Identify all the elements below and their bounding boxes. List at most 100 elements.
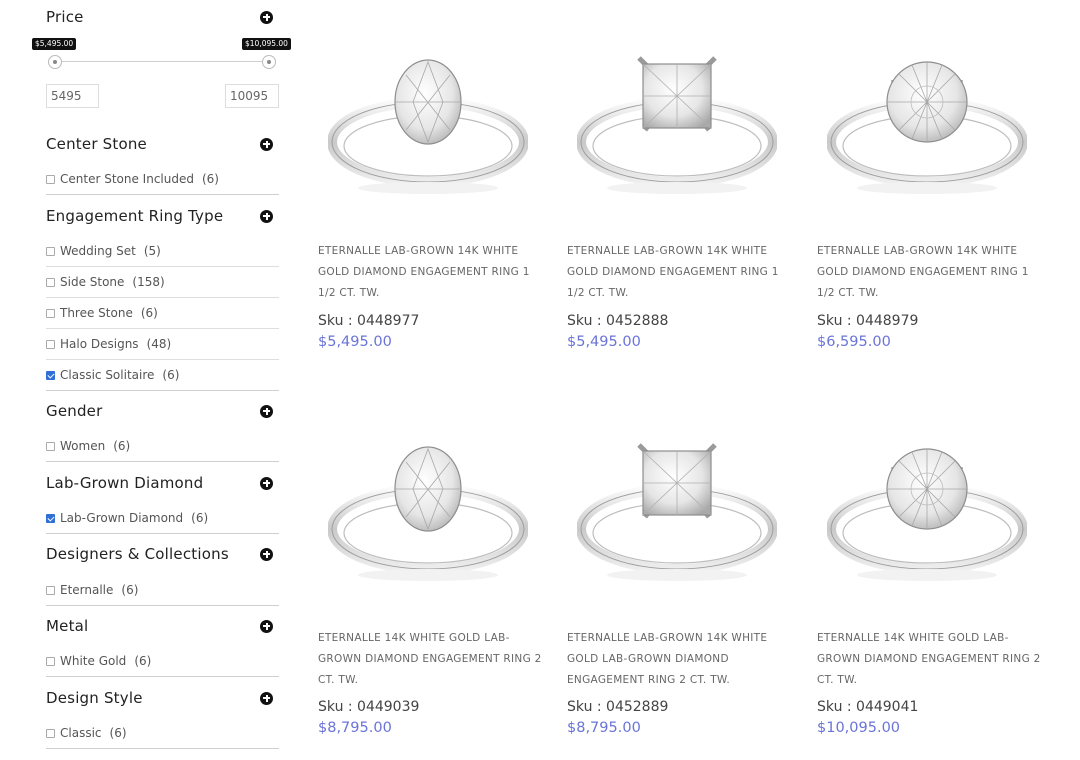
product-sku: Sku : 0452888 (567, 313, 669, 329)
option-count: (6) (113, 439, 131, 453)
filter-option-center-stone-included[interactable]: Center Stone Included (6) (46, 164, 279, 195)
expand-plus-icon[interactable] (260, 547, 273, 561)
expand-plus-icon[interactable] (260, 209, 273, 223)
filter-title-gender: Gender (46, 402, 103, 420)
option-count: (6) (201, 172, 219, 186)
product-price: $8,795.00 (567, 720, 641, 736)
ring-image[interactable] (328, 417, 528, 597)
filter-title-designers: Designers & Collections (46, 545, 229, 563)
checkbox[interactable] (46, 246, 55, 256)
filter-title-price: Price (46, 8, 84, 26)
option-count: (6) (191, 511, 209, 525)
filter-header-lab-grown[interactable]: Lab-Grown Diamond (46, 468, 279, 498)
expand-plus-icon[interactable] (260, 137, 273, 151)
filter-option-halo-designs[interactable]: Halo Designs (48) (46, 329, 279, 360)
filter-header-price[interactable]: Price (46, 2, 279, 32)
option-label: Classic (60, 726, 102, 740)
filter-title-lab-grown: Lab-Grown Diamond (46, 474, 204, 492)
filter-header-designers[interactable]: Designers & Collections (46, 539, 279, 569)
expand-plus-icon[interactable] (260, 476, 273, 490)
filter-header-design-style[interactable]: Design Style (46, 683, 279, 713)
product-sku: Sku : 0449041 (817, 699, 919, 715)
ring-image[interactable] (827, 30, 1027, 210)
filter-option-eternalle[interactable]: Eternalle (6) (46, 575, 279, 606)
option-count: (48) (146, 337, 172, 351)
filter-header-center-stone[interactable]: Center Stone (46, 129, 279, 159)
option-label: Lab-Grown Diamond (60, 511, 184, 525)
ring-image[interactable] (577, 30, 777, 210)
option-count: (5) (143, 244, 161, 258)
price-slider-track[interactable] (54, 61, 269, 62)
option-count: (6) (109, 726, 127, 740)
product-sku: Sku : 0448977 (318, 313, 420, 329)
product-name[interactable]: ETERNALLE LAB-GROWN 14K WHITE GOLD LAB-G… (567, 628, 797, 691)
filter-title-design-style: Design Style (46, 689, 143, 707)
product-price: $10,095.00 (817, 720, 901, 736)
product-price: $8,795.00 (318, 720, 392, 736)
checkbox[interactable] (46, 174, 55, 184)
price-min-handle[interactable] (48, 55, 62, 69)
price-min-input[interactable] (46, 84, 99, 108)
filter-option-wedding-set[interactable]: Wedding Set (5) (46, 236, 279, 267)
option-label: Center Stone Included (60, 172, 194, 186)
option-label: Eternalle (60, 583, 114, 597)
option-label: Three Stone (60, 306, 133, 320)
option-count: (6) (134, 654, 152, 668)
filter-title-metal: Metal (46, 617, 89, 635)
price-max-input[interactable] (225, 84, 279, 108)
checkbox-checked[interactable] (46, 370, 55, 380)
product-sku: Sku : 0452889 (567, 699, 669, 715)
filter-title-ring-type: Engagement Ring Type (46, 207, 224, 225)
product-sku: Sku : 0448979 (817, 313, 919, 329)
filter-header-ring-type[interactable]: Engagement Ring Type (46, 201, 279, 231)
option-label: Women (60, 439, 106, 453)
filter-header-metal[interactable]: Metal (46, 611, 279, 641)
checkbox[interactable] (46, 585, 55, 595)
product-name[interactable]: ETERNALLE 14K WHITE GOLD LAB-GROWN DIAMO… (318, 628, 548, 691)
filter-option-side-stone[interactable]: Side Stone (158) (46, 267, 279, 298)
expand-plus-icon[interactable] (260, 619, 273, 633)
option-label: Wedding Set (60, 244, 136, 258)
product-price: $5,495.00 (318, 334, 392, 350)
product-sku: Sku : 0449039 (318, 699, 420, 715)
price-max-tooltip: $10,095.00 (242, 38, 291, 50)
product-name[interactable]: ETERNALLE 14K WHITE GOLD LAB-GROWN DIAMO… (817, 628, 1047, 691)
filter-title-center-stone: Center Stone (46, 135, 147, 153)
expand-plus-icon[interactable] (260, 691, 273, 705)
product-name[interactable]: ETERNALLE LAB-GROWN 14K WHITE GOLD DIAMO… (567, 241, 797, 304)
expand-plus-icon[interactable] (260, 404, 273, 418)
price-min-tooltip: $5,495.00 (32, 38, 77, 50)
product-name[interactable]: ETERNALLE LAB-GROWN 14K WHITE GOLD DIAMO… (817, 241, 1047, 304)
option-count: (6) (121, 583, 139, 597)
filter-option-lab-grown-diamond[interactable]: Lab-Grown Diamond (6) (46, 503, 279, 534)
filter-sidebar: Price $5,495.00 $10,095.00 Center Stone … (32, 0, 291, 760)
checkbox-checked[interactable] (46, 513, 55, 523)
price-max-handle[interactable] (262, 55, 276, 69)
checkbox[interactable] (46, 277, 55, 287)
option-count: (158) (132, 275, 165, 289)
product-price: $5,495.00 (567, 334, 641, 350)
filter-option-three-stone[interactable]: Three Stone (6) (46, 298, 279, 329)
checkbox[interactable] (46, 308, 55, 318)
ring-image[interactable] (328, 30, 528, 210)
filter-option-classic-solitaire[interactable]: Classic Solitaire (6) (46, 360, 279, 391)
ring-image[interactable] (577, 417, 777, 597)
checkbox[interactable] (46, 656, 55, 666)
checkbox[interactable] (46, 441, 55, 451)
ring-image[interactable] (827, 417, 1027, 597)
filter-option-classic[interactable]: Classic (6) (46, 718, 279, 749)
filter-option-women[interactable]: Women (6) (46, 431, 279, 462)
filter-header-gender[interactable]: Gender (46, 396, 279, 426)
option-label: White Gold (60, 654, 127, 668)
option-label: Side Stone (60, 275, 125, 289)
checkbox[interactable] (46, 339, 55, 349)
expand-plus-icon[interactable] (260, 10, 273, 24)
checkbox[interactable] (46, 728, 55, 738)
option-label: Classic Solitaire (60, 368, 155, 382)
option-count: (6) (140, 306, 158, 320)
product-name[interactable]: ETERNALLE LAB-GROWN 14K WHITE GOLD DIAMO… (318, 241, 548, 304)
product-price: $6,595.00 (817, 334, 891, 350)
filter-option-white-gold[interactable]: White Gold (6) (46, 646, 279, 677)
option-count: (6) (162, 368, 180, 382)
option-label: Halo Designs (60, 337, 139, 351)
